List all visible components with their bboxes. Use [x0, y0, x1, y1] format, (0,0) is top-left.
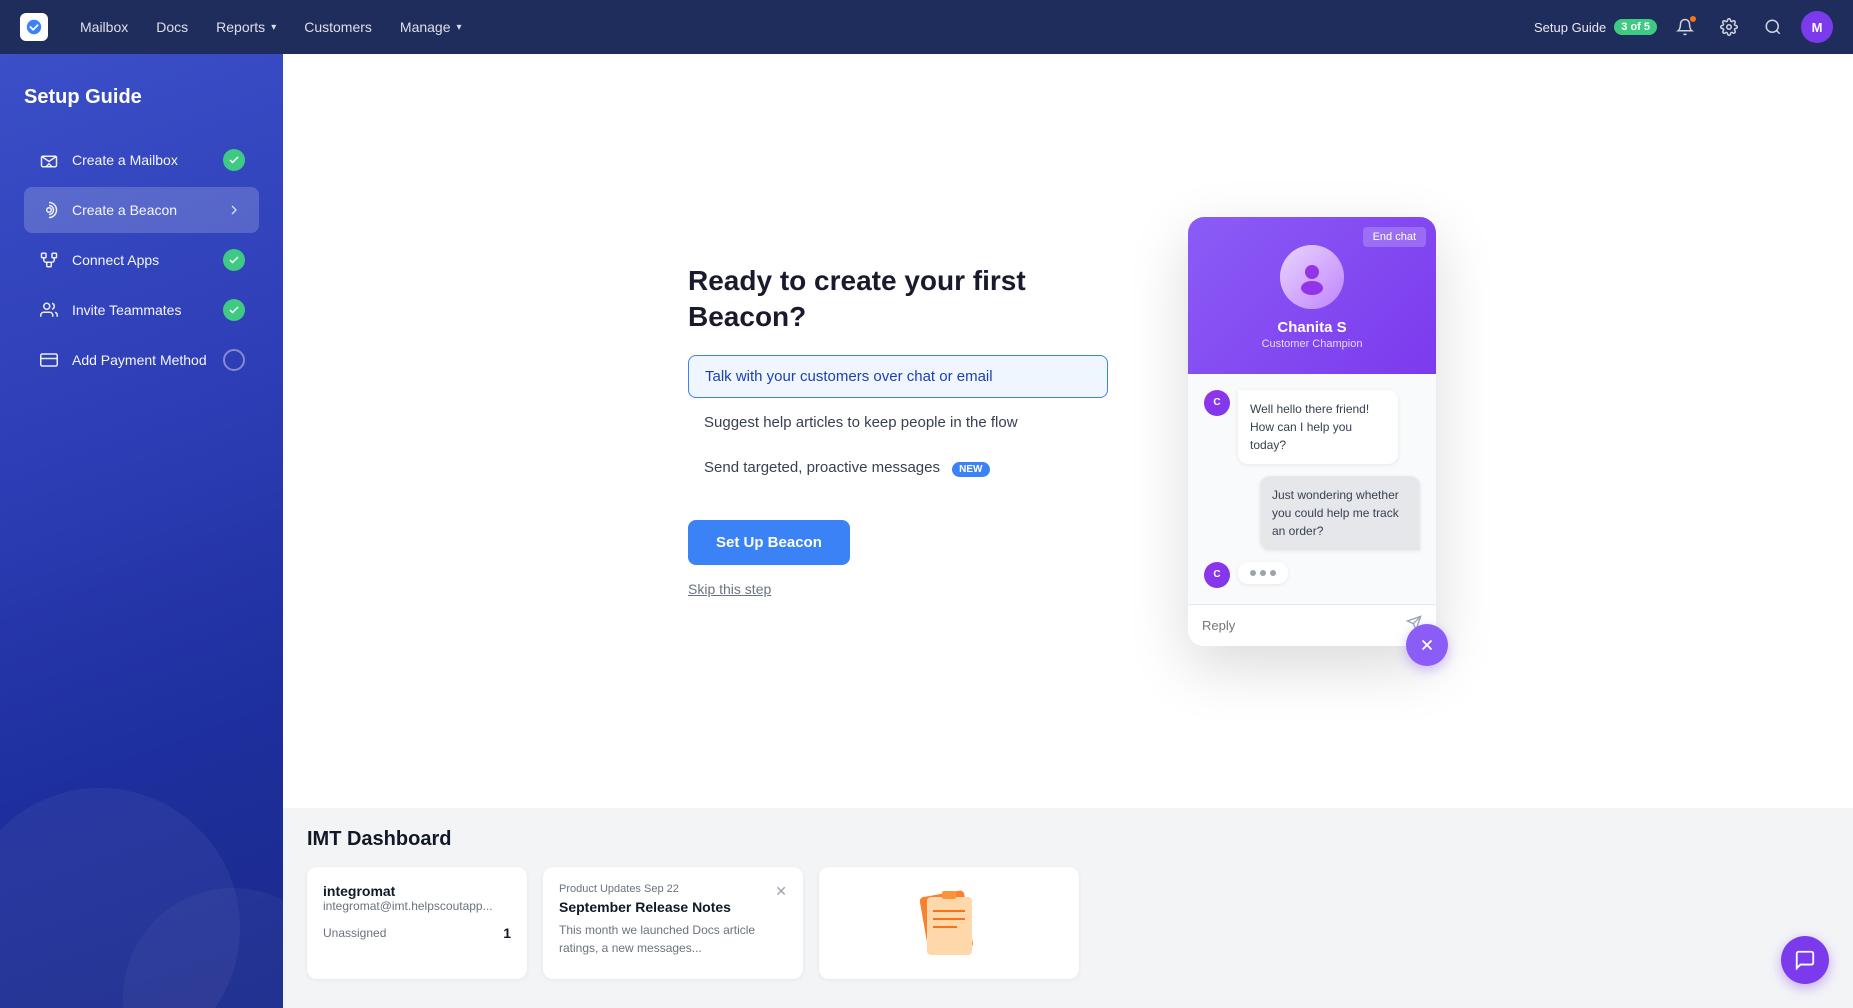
sidebar-item-add-payment[interactable]: Add Payment Method: [24, 337, 259, 383]
dot-3: [1270, 570, 1276, 576]
updates-body: This month we launched Docs article rati…: [559, 921, 775, 957]
bottom-area: IMT Dashboard integromat integromat@imt.…: [283, 808, 1853, 1008]
dot-1: [1250, 570, 1256, 576]
card-product-updates[interactable]: Product Updates Sep 22 September Release…: [543, 867, 803, 979]
nav-reports[interactable]: Reports: [204, 13, 288, 41]
nav-mailbox[interactable]: Mailbox: [68, 13, 140, 41]
sidebar-invite-label: Invite Teammates: [72, 302, 211, 318]
notification-dot: [1689, 15, 1697, 23]
sidebar-payment-label: Add Payment Method: [72, 352, 211, 368]
typing-indicator: [1238, 562, 1288, 584]
close-beacon-button[interactable]: [1406, 624, 1448, 666]
sidebar-create-mailbox-label: Create a Mailbox: [72, 152, 211, 168]
feature-helparticles-label: Suggest help articles to keep people in …: [704, 414, 1018, 431]
skip-step-link[interactable]: Skip this step: [688, 581, 771, 597]
reports-chevron-icon: [271, 22, 276, 33]
card-close-button[interactable]: ✕: [775, 883, 787, 957]
notifications-button[interactable]: [1669, 11, 1701, 43]
setup-text-area: Ready to create your first Beacon? Talk …: [688, 263, 1108, 600]
message-3-typing: C: [1204, 562, 1420, 588]
mailbox-check-icon: [223, 149, 245, 171]
message-2: Just wondering whether you could help me…: [1204, 476, 1420, 550]
sidebar-connect-apps-label: Connect Apps: [72, 252, 211, 268]
beacon-widget: End chat Chanita S: [1188, 217, 1436, 646]
setup-guide-badge[interactable]: Setup Guide 3 of 5: [1534, 19, 1657, 35]
feature-list: Talk with your customers over chat or em…: [688, 355, 1108, 488]
setup-heading: Ready to create your first Beacon?: [688, 263, 1108, 336]
nav-customers[interactable]: Customers: [292, 13, 384, 41]
dot-2: [1260, 570, 1266, 576]
nav-mailbox-label: Mailbox: [80, 19, 128, 35]
feature-chat-label: Talk with your customers over chat or em…: [705, 368, 993, 385]
connect-apps-check-icon: [223, 249, 245, 271]
dashboard-title: IMT Dashboard: [307, 828, 1829, 851]
setup-guide-count: 3 of 5: [1614, 19, 1657, 35]
top-nav: Mailbox Docs Reports Customers Manage Se…: [0, 0, 1853, 54]
mailbox-icon: [38, 149, 60, 171]
search-button[interactable]: [1757, 11, 1789, 43]
updates-title: September Release Notes: [559, 899, 775, 915]
sidebar-item-create-mailbox[interactable]: Create a Mailbox: [24, 137, 259, 183]
feature-item-proactive[interactable]: Send targeted, proactive messages New: [688, 447, 1108, 488]
cards-row: integromat integromat@imt.helpscoutapp..…: [307, 867, 1829, 979]
msg-bubble-2: Just wondering whether you could help me…: [1260, 476, 1420, 550]
card-email: integromat@imt.helpscoutapp...: [323, 899, 511, 913]
main-area: Setup Guide Create a Mailbox Create a Be…: [0, 54, 1853, 1008]
updates-meta: Product Updates Sep 22: [559, 883, 775, 895]
nav-docs[interactable]: Docs: [144, 13, 200, 41]
setup-inner: Ready to create your first Beacon? Talk …: [688, 217, 1448, 646]
payment-icon: [38, 349, 60, 371]
nav-manage-label: Manage: [400, 19, 451, 35]
invite-icon: [38, 299, 60, 321]
manage-chevron-icon: [457, 22, 462, 33]
settings-button[interactable]: [1713, 11, 1745, 43]
topnav-right: Setup Guide 3 of 5 M: [1534, 11, 1833, 43]
end-chat-button[interactable]: End chat: [1363, 227, 1426, 247]
beacon-icon: [38, 199, 60, 221]
message-1: C Well hello there friend! How can I hel…: [1204, 390, 1420, 464]
invite-check-icon: [223, 299, 245, 321]
nav-reports-label: Reports: [216, 19, 265, 35]
card-unassigned-count: 1: [503, 925, 511, 941]
sidebar-item-connect-apps[interactable]: Connect Apps: [24, 237, 259, 283]
beacon-arrow-icon: [223, 199, 245, 221]
card-unassigned-label: Unassigned: [323, 926, 386, 940]
new-badge: New: [952, 462, 989, 477]
agent-name: Chanita S: [1208, 319, 1416, 336]
card-image: [819, 867, 1079, 979]
beacon-reply-area: [1188, 604, 1436, 646]
beacon-header: End chat Chanita S: [1188, 217, 1436, 374]
msg-avatar-3: C: [1204, 562, 1230, 588]
nav-manage[interactable]: Manage: [388, 13, 474, 41]
card-brand: integromat: [323, 883, 511, 899]
user-avatar[interactable]: M: [1801, 11, 1833, 43]
logo[interactable]: [20, 13, 48, 41]
nav-customers-label: Customers: [304, 19, 372, 35]
msg-bubble-1: Well hello there friend! How can I help …: [1238, 390, 1398, 464]
sidebar-item-create-beacon[interactable]: Create a Beacon: [24, 187, 259, 233]
reply-input[interactable]: [1202, 618, 1406, 633]
msg-avatar-1: C: [1204, 390, 1230, 416]
sidebar-create-beacon-label: Create a Beacon: [72, 202, 211, 218]
beacon-messages: C Well hello there friend! How can I hel…: [1188, 374, 1436, 604]
feature-proactive-label: Send targeted, proactive messages: [704, 459, 940, 476]
setup-guide-label: Setup Guide: [1534, 20, 1606, 35]
agent-avatar: [1280, 245, 1344, 309]
nav-docs-label: Docs: [156, 19, 188, 35]
setup-panel: Ready to create your first Beacon? Talk …: [283, 54, 1853, 808]
feature-item-chat[interactable]: Talk with your customers over chat or em…: [688, 355, 1108, 398]
connect-apps-icon: [38, 249, 60, 271]
nav-links: Mailbox Docs Reports Customers Manage: [68, 13, 1534, 41]
set-up-beacon-button[interactable]: Set Up Beacon: [688, 520, 850, 565]
agent-role: Customer Champion: [1208, 338, 1416, 350]
sidebar-item-invite-teammates[interactable]: Invite Teammates: [24, 287, 259, 333]
support-chat-fab[interactable]: [1781, 936, 1829, 984]
beacon-widget-container: End chat Chanita S: [1188, 217, 1448, 646]
payment-todo-icon: [223, 349, 245, 371]
sidebar: Setup Guide Create a Mailbox Create a Be…: [0, 54, 283, 1008]
content-area: Ready to create your first Beacon? Talk …: [283, 54, 1853, 1008]
feature-item-helparticles[interactable]: Suggest help articles to keep people in …: [688, 402, 1108, 443]
sidebar-title: Setup Guide: [24, 86, 259, 109]
card-integromat[interactable]: integromat integromat@imt.helpscoutapp..…: [307, 867, 527, 979]
